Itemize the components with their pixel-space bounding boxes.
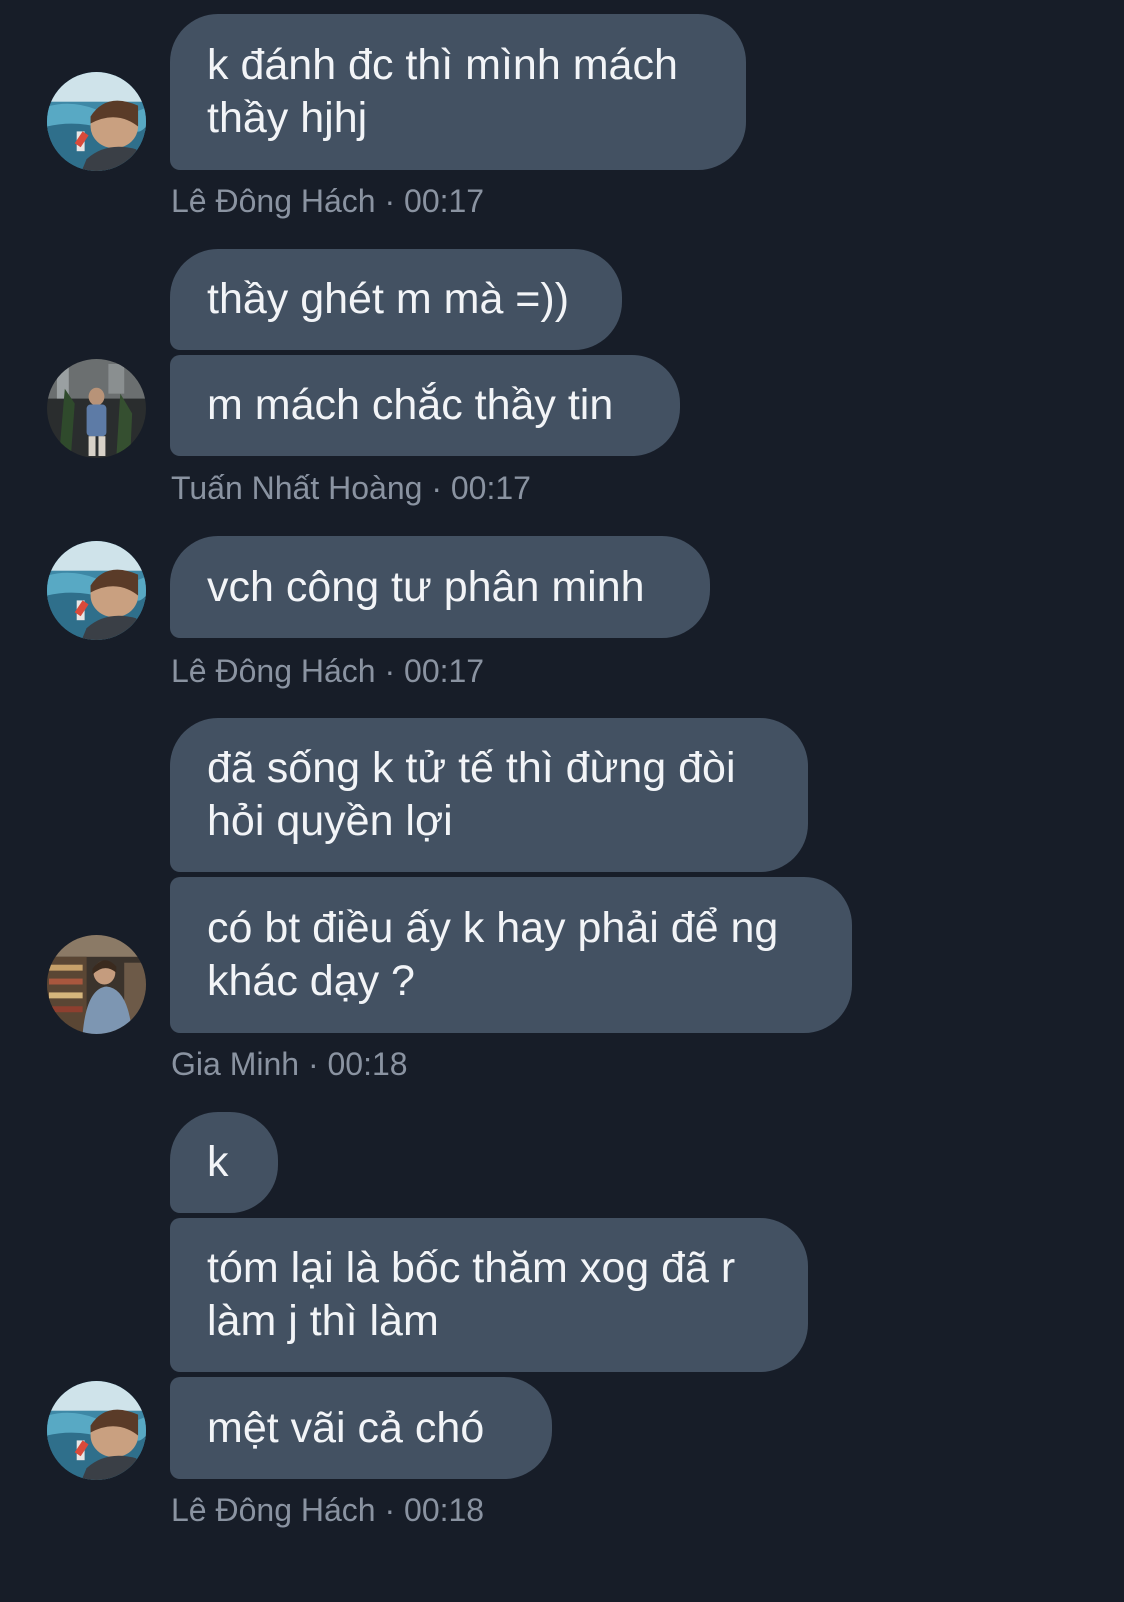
store-avatar-icon [47, 935, 146, 1034]
message-line: đã sống k tử tế thì đừng đòi [207, 744, 736, 792]
meta-separator: · [384, 183, 396, 219]
message-line: tóm lại là bốc thăm xog đã r [207, 1244, 736, 1292]
street-avatar-icon [47, 359, 146, 458]
message-line: k [207, 1138, 229, 1186]
sender-avatar[interactable] [47, 72, 146, 171]
message-bubble[interactable]: vch công tư phân minh [170, 536, 710, 638]
message-line: vch công tư phân minh [207, 562, 645, 611]
sender-avatar[interactable] [47, 1381, 146, 1480]
message-time: 00:18 [404, 1492, 485, 1528]
message-meta: Tuấn Nhất Hoàng · 00:17 [171, 468, 531, 508]
meta-separator: · [384, 1492, 396, 1528]
sender-avatar[interactable] [47, 541, 146, 640]
sender-avatar[interactable] [47, 935, 146, 1034]
sender-name: Lê Đông Hách [171, 1492, 376, 1528]
sender-name: Lê Đông Hách [171, 183, 376, 219]
message-line: thầy hjhj [207, 94, 368, 142]
message-line: m mách chắc thầy tin [207, 381, 614, 429]
message-time: 00:17 [404, 183, 485, 219]
message-bubble[interactable]: thầy ghét m mà =)) [170, 249, 622, 350]
sender-name: Lê Đông Hách [171, 653, 376, 689]
message-meta: Gia Minh · 00:18 [171, 1044, 408, 1084]
message-line: hỏi quyền lợi [207, 797, 453, 845]
message-bubble[interactable]: k đánh đc thì mình mách thầy hjhj [170, 14, 746, 170]
pool-avatar-icon [47, 1381, 146, 1480]
message-line: có bt điều ấy k hay phải để ng [207, 904, 779, 952]
sender-name: Tuấn Nhất Hoàng [171, 470, 423, 506]
message-line: khác dạy ? [207, 957, 415, 1005]
message-line: thầy ghét m mà =)) [207, 275, 570, 323]
meta-separator: · [384, 653, 396, 689]
message-time: 00:17 [450, 470, 531, 506]
pool-avatar-icon [47, 72, 146, 171]
message-meta: Lê Đông Hách · 00:17 [171, 181, 484, 221]
meta-separator: · [307, 1046, 319, 1082]
message-bubble[interactable]: mệt vãi cả chó [170, 1377, 552, 1479]
message-line: k đánh đc thì mình mách [207, 41, 678, 89]
meta-separator: · [431, 470, 442, 506]
message-line: làm j thì làm [207, 1297, 439, 1345]
message-meta: Lê Đông Hách · 00:17 [171, 651, 484, 691]
pool-avatar-icon [47, 541, 146, 640]
message-bubble[interactable]: k [170, 1112, 278, 1213]
message-bubble[interactable]: m mách chắc thầy tin [170, 355, 680, 456]
message-bubble[interactable]: tóm lại là bốc thăm xog đã r làm j thì l… [170, 1218, 808, 1372]
message-bubble[interactable]: có bt điều ấy k hay phải để ng khác dạy … [170, 877, 852, 1033]
sender-name: Gia Minh [171, 1046, 300, 1082]
message-time: 00:17 [404, 653, 485, 689]
sender-avatar[interactable] [47, 359, 146, 458]
message-bubble[interactable]: đã sống k tử tế thì đừng đòi hỏi quyền l… [170, 718, 808, 872]
message-meta: Lê Đông Hách · 00:18 [171, 1490, 484, 1530]
message-time: 00:18 [327, 1046, 408, 1082]
message-line: mệt vãi cả chó [207, 1403, 485, 1452]
